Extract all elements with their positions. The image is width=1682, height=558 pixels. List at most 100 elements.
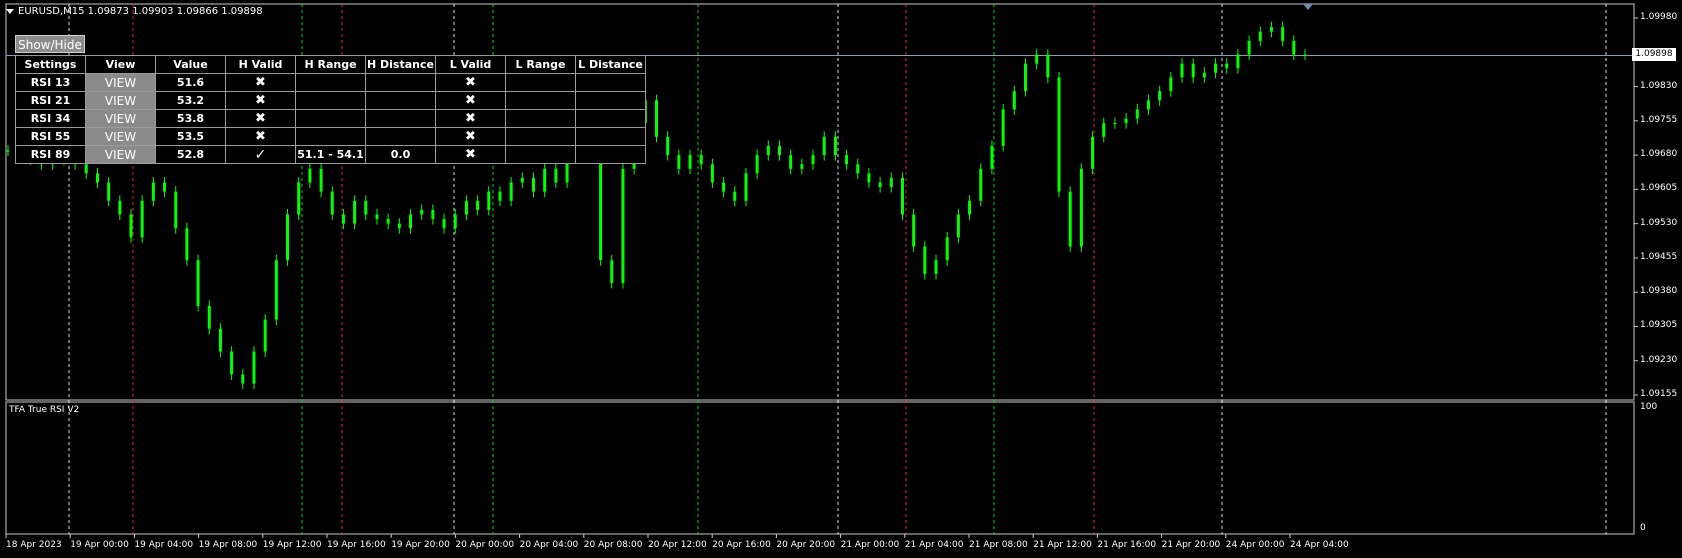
candle-body (1068, 191, 1072, 247)
candle-body (1113, 123, 1117, 125)
candle-body (956, 214, 960, 238)
price-tick-label: 1.09155 (1640, 389, 1678, 399)
candle-body (912, 214, 916, 247)
price-tick-label: 1.09755 (1640, 114, 1678, 125)
candle-body (397, 223, 401, 229)
candle-body (241, 374, 245, 384)
view-button[interactable]: VIEW (85, 127, 156, 146)
candle-body (207, 305, 211, 329)
candle-body (509, 182, 513, 201)
candle-body (532, 177, 536, 192)
candle-body (107, 182, 111, 201)
price-tick-label: 1.09680 (1640, 149, 1678, 160)
rsi-axis-max: 100 (1640, 402, 1658, 412)
candle-body (856, 164, 860, 174)
rsi-axis-min: 0 (1640, 523, 1646, 533)
candle-body (386, 219, 390, 224)
candle-body (621, 168, 625, 284)
candle-body (185, 228, 189, 261)
l-distance-cell (575, 145, 646, 164)
candle-body (722, 182, 726, 192)
header-value: Value (155, 55, 226, 74)
value-cell: 53.8 (155, 109, 226, 128)
price-tick-label: 1.09380 (1640, 286, 1678, 297)
candle-body (520, 177, 524, 183)
l-range-cell (505, 109, 576, 128)
candle-body (990, 145, 994, 169)
candle-body (1214, 63, 1218, 73)
candle-body (230, 351, 234, 375)
header-l-range: L Range (505, 55, 576, 74)
candle-body (1269, 27, 1273, 32)
candle-body (800, 164, 804, 169)
candle-body (710, 164, 714, 183)
time-tick-label: 20 Apr 08:00 (583, 540, 643, 550)
chart-shift-marker-icon[interactable] (1303, 4, 1313, 10)
candle-body (845, 155, 849, 165)
value-cell: 52.8 (155, 145, 226, 164)
candle-body (1236, 54, 1240, 69)
price-tick-label: 1.09230 (1640, 354, 1678, 365)
setting-cell: RSI 13 (15, 73, 86, 92)
candle-body (766, 145, 770, 156)
candle-body (1135, 109, 1139, 119)
candle-body (744, 173, 748, 201)
h-range-cell: 51.1 - 54.1 (295, 145, 366, 164)
candle-body (308, 168, 312, 183)
view-button[interactable]: VIEW (85, 73, 156, 92)
header-settings: Settings (15, 55, 86, 74)
candle-body (174, 191, 178, 229)
collapse-triangle-icon[interactable] (6, 8, 14, 14)
candle-body (330, 191, 334, 215)
candle-body (1091, 136, 1095, 169)
candle-body (789, 155, 793, 169)
value-cell: 53.2 (155, 91, 226, 110)
candle-body (755, 155, 759, 174)
candle-body (1258, 31, 1262, 41)
header-h-range: H Range (295, 55, 366, 74)
time-tick-label: 19 Apr 20:00 (391, 540, 450, 550)
symbol-info-text: EURUSD,M15 1.09873 1.09903 1.09866 1.098… (18, 6, 263, 17)
l-valid-cross-icon: ✖ (435, 73, 506, 92)
header-h-valid: H Valid (225, 55, 296, 74)
candle-body (878, 182, 882, 188)
header-l-valid: L Valid (435, 55, 506, 74)
view-button[interactable]: VIEW (85, 91, 156, 110)
time-tick-label: 20 Apr 04:00 (519, 540, 579, 550)
time-tick-label: 21 Apr 08:00 (969, 540, 1028, 550)
table-row: RSI 34 VIEW 53.8 ✖ ✖ (15, 109, 646, 128)
view-button[interactable]: VIEW (85, 145, 156, 164)
time-tick-label: 21 Apr 00:00 (840, 540, 900, 550)
h-valid-cross-icon: ✖ (225, 91, 296, 110)
l-valid-cross-icon: ✖ (435, 91, 506, 110)
table-row: RSI 89 VIEW 52.8 ✓ 51.1 - 54.1 0.0 ✖ (15, 145, 646, 164)
candle-body (140, 200, 144, 238)
sub-pane-frame (5, 401, 1635, 535)
candle-body (84, 164, 88, 174)
h-range-cell (295, 91, 366, 110)
time-tick-label: 19 Apr 08:00 (198, 540, 258, 550)
h-distance-cell (365, 109, 436, 128)
view-button[interactable]: VIEW (85, 109, 156, 128)
candle-body (677, 155, 681, 169)
candle-body (1146, 100, 1150, 110)
candle-body (129, 214, 133, 238)
candle-body (431, 209, 435, 220)
candle-body (409, 214, 413, 229)
candle-body (163, 182, 167, 192)
value-cell: 53.5 (155, 127, 226, 146)
time-tick-label: 20 Apr 16:00 (712, 540, 771, 550)
show-hide-button[interactable]: Show/Hide (15, 35, 85, 53)
candle-body (297, 182, 301, 215)
table-row: RSI 13 VIEW 51.6 ✖ ✖ (15, 73, 646, 92)
time-tick-label: 19 Apr 00:00 (70, 540, 129, 550)
candle-body (1303, 54, 1307, 56)
candle-body (822, 136, 826, 156)
rsi-table: Settings View Value H Valid H Range H Di… (15, 55, 646, 164)
h-range-cell (295, 127, 366, 146)
candle-body (420, 209, 424, 215)
candle-body (610, 260, 614, 284)
time-tick-label: 19 Apr 16:00 (327, 540, 386, 550)
time-tick-label: 24 Apr 00:00 (1225, 540, 1285, 550)
candle-body (1202, 72, 1206, 78)
